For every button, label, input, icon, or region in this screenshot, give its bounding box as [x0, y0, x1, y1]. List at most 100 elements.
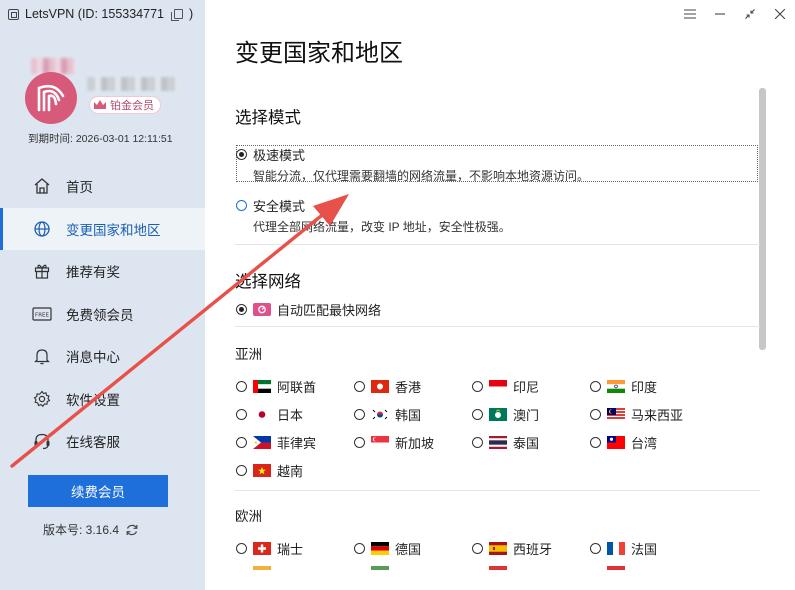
country-option[interactable]: 菲律宾 [236, 433, 316, 452]
country-option[interactable]: 法国 [590, 539, 657, 558]
radio-country[interactable] [354, 543, 365, 554]
mode-option-fast[interactable]: 极速模式 [236, 145, 305, 164]
sidebar-item-settings[interactable]: 软件设置 [0, 378, 205, 421]
country-label: 日本 [277, 408, 304, 423]
country-option[interactable]: 香港 [354, 377, 421, 396]
country-option[interactable]: 西班牙 [472, 539, 552, 558]
philippines-flag-icon [253, 436, 271, 449]
radio-secure-mode[interactable] [236, 200, 247, 211]
country-label: 澳门 [513, 408, 540, 423]
country-option[interactable]: 台湾 [590, 433, 657, 452]
network-section-title: 选择网络 [235, 273, 301, 291]
radio-country[interactable] [236, 465, 247, 476]
india-flag-icon [607, 380, 625, 393]
radio-country[interactable] [236, 437, 247, 448]
window-title: LetsVPN (ID: 155334771 [25, 7, 164, 21]
radio-country[interactable] [590, 381, 601, 392]
macau-flag-icon [489, 408, 507, 421]
home-icon [32, 176, 52, 196]
country-label: 台湾 [631, 436, 658, 451]
menu-button[interactable] [675, 0, 705, 28]
france-flag-icon [607, 542, 625, 555]
country-option[interactable]: 马来西亚 [590, 405, 683, 424]
country-label: 越南 [277, 464, 304, 479]
minimize-button[interactable] [705, 0, 735, 28]
radio-country[interactable] [590, 409, 601, 420]
app-logo-icon [8, 8, 19, 20]
thailand-flag-icon [489, 436, 507, 449]
radio-auto-network[interactable] [236, 304, 247, 315]
country-option[interactable]: 印度 [590, 377, 657, 396]
sidebar-item-messages[interactable]: 消息中心 [0, 335, 205, 378]
radio-country[interactable] [590, 437, 601, 448]
globe-icon [32, 219, 52, 239]
country-option[interactable]: 越南 [236, 461, 303, 480]
radio-country[interactable] [354, 381, 365, 392]
japan-flag-icon [253, 408, 271, 421]
radio-country[interactable] [236, 381, 247, 392]
sidebar-item-free-membership[interactable]: FREE 免费领会员 [0, 293, 205, 336]
shrink-button[interactable] [735, 0, 765, 28]
refresh-icon[interactable] [125, 523, 139, 537]
sidebar-nav: 首页 变更国家和地区 推荐有奖 FREE 免费领会员 消息中心 软件设置 在线客… [0, 165, 205, 463]
gift-icon [32, 261, 52, 281]
scrollbar-thumb[interactable] [759, 88, 766, 350]
radio-country[interactable] [472, 381, 483, 392]
sidebar-item-support[interactable]: 在线客服 [0, 420, 205, 463]
sidebar-item-home[interactable]: 首页 [0, 165, 205, 208]
country-option[interactable]: 韩国 [354, 405, 421, 424]
country-label: 香港 [395, 380, 422, 395]
region-title-europe: 欧洲 [235, 509, 262, 524]
auto-network-icon [253, 303, 271, 316]
country-label: 德国 [395, 542, 422, 557]
close-button[interactable] [765, 0, 795, 28]
country-option[interactable]: 阿联酋 [236, 377, 316, 396]
country-option[interactable]: 瑞士 [236, 539, 303, 558]
version-text: 版本号: 3.16.4 [43, 523, 120, 537]
expire-time: 到期时间: 2026-03-01 12:11:51 [28, 133, 173, 145]
avatar[interactable] [25, 72, 77, 124]
country-label: 马来西亚 [631, 408, 684, 423]
mode-section-title: 选择模式 [235, 109, 301, 127]
svg-text:FREE: FREE [35, 312, 49, 318]
radio-country[interactable] [590, 543, 601, 554]
mode-option-secure[interactable]: 安全模式 [236, 196, 305, 215]
country-label: 法国 [631, 542, 658, 557]
country-option[interactable]: 新加坡 [354, 433, 434, 452]
sidebar-item-change-region[interactable]: 变更国家和地区 [0, 207, 205, 250]
country-option[interactable]: 泰国 [472, 433, 539, 452]
radio-country[interactable] [472, 409, 483, 420]
taiwan-flag-icon [607, 436, 625, 449]
country-label: 菲律宾 [277, 436, 317, 451]
radio-country[interactable] [354, 409, 365, 420]
country-option[interactable]: 澳门 [472, 405, 539, 424]
radio-country[interactable] [472, 543, 483, 554]
radio-fast-mode[interactable] [236, 149, 247, 160]
close-icon [775, 9, 785, 19]
auto-network-option[interactable]: 自动匹配最快网络 [236, 300, 381, 319]
country-label: 阿联酋 [277, 380, 317, 395]
collapse-arrows-icon [745, 9, 755, 19]
divider [235, 244, 760, 245]
version-info: 版本号: 3.16.4 [43, 521, 139, 538]
auto-network-label: 自动匹配最快网络 [277, 303, 382, 318]
minimize-icon [715, 13, 725, 15]
radio-country[interactable] [472, 437, 483, 448]
window-title-suffix: ) [188, 7, 194, 21]
country-option[interactable]: 日本 [236, 405, 303, 424]
copy-id-icon[interactable] [170, 9, 183, 21]
sidebar-item-referral[interactable]: 推荐有奖 [0, 250, 205, 293]
radio-country[interactable] [236, 409, 247, 420]
radio-country[interactable] [354, 437, 365, 448]
country-option[interactable]: 印尼 [472, 377, 539, 396]
country-label: 泰国 [513, 436, 540, 451]
country-label: 印度 [631, 380, 658, 395]
country-option[interactable]: 德国 [354, 539, 421, 558]
hongkong-flag-icon [371, 380, 389, 393]
country-label: 新加坡 [395, 436, 435, 451]
user-profile: 铂金会员 [25, 58, 200, 128]
radio-country[interactable] [236, 543, 247, 554]
region-title-asia: 亚洲 [235, 347, 262, 362]
vip-badge: 铂金会员 [89, 96, 161, 114]
renew-membership-button[interactable]: 续费会员 [28, 475, 168, 507]
